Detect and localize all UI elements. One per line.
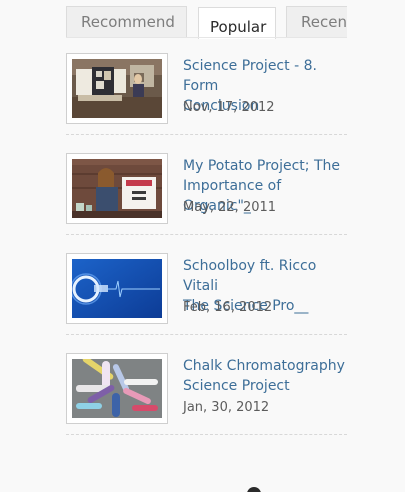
divider — [66, 434, 347, 435]
post-thumbnail[interactable] — [66, 153, 168, 224]
girl-with-poster-photo — [72, 159, 162, 218]
tab-popular[interactable]: Popular — [198, 7, 276, 39]
divider — [66, 134, 347, 135]
divider — [66, 234, 347, 235]
post-date: May, 22, 2011 — [183, 200, 277, 215]
popular-posts-widget: Recommend Recent Popular — [66, 0, 347, 492]
tab-bar: Recommend Recent Popular — [66, 6, 347, 39]
divider — [66, 334, 347, 335]
post-thumbnail[interactable] — [66, 353, 168, 424]
tab-recent[interactable]: Recent — [286, 6, 347, 38]
list-item: Science Project - 8. Form Conclusion Nov… — [66, 53, 347, 153]
tab-recommend[interactable]: Recommend — [66, 6, 187, 38]
post-date: Feb, 16, 2012 — [183, 300, 273, 315]
tab-divider — [66, 37, 347, 38]
post-list: Science Project - 8. Form Conclusion Nov… — [66, 53, 347, 453]
list-item: My Potato Project; The Importance of Org… — [66, 153, 347, 253]
post-thumbnail[interactable] — [66, 253, 168, 324]
list-item: Schoolboy ft. Ricco Vitali The Science P… — [66, 253, 347, 353]
science-fair-photo — [72, 59, 162, 118]
list-item: Chalk Chromatography Science Project Jan… — [66, 353, 347, 453]
post-date: Nov, 17, 2012 — [183, 100, 275, 115]
post-thumbnail[interactable] — [66, 53, 168, 124]
post-date: Jan, 30, 2012 — [183, 400, 270, 415]
post-title-link[interactable]: Chalk Chromatography Science Project — [183, 356, 347, 396]
blue-glow-logo-photo — [72, 259, 162, 318]
chalk-sticks-photo — [72, 359, 162, 418]
